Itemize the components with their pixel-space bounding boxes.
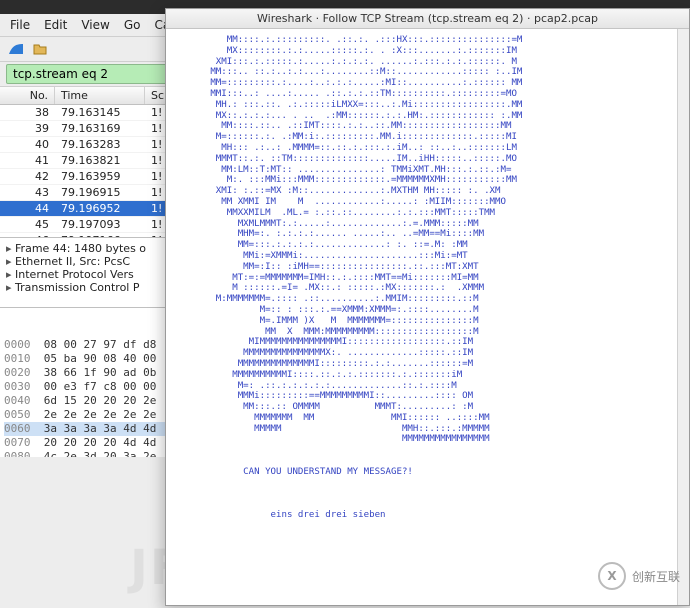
logo-icon: X [598, 562, 626, 590]
follow-stream-body[interactable]: MM::::.:.:::::::::. .::.:. .:::HX:::.:::… [166, 29, 689, 605]
vertical-scrollbar[interactable] [677, 29, 689, 605]
cell-time: 79.197166 [55, 233, 145, 237]
cell-no: 44 [0, 201, 55, 216]
cell-time: 79.196952 [55, 201, 145, 216]
cell-time: 79.197093 [55, 217, 145, 232]
logo-text: 创新互联 [632, 568, 680, 585]
cell-time: 79.163169 [55, 121, 145, 136]
shark-fin-icon[interactable] [6, 39, 26, 59]
stream-ascii-content: MM::::.:.:::::::::. .::.:. .:::HX:::.:::… [172, 35, 683, 521]
col-header-no[interactable]: No. [0, 87, 55, 104]
cell-time: 79.163145 [55, 105, 145, 120]
menu-file[interactable]: File [10, 18, 30, 32]
menu-edit[interactable]: Edit [44, 18, 67, 32]
menu-go[interactable]: Go [124, 18, 141, 32]
cell-time: 79.196915 [55, 185, 145, 200]
cell-time: 79.163283 [55, 137, 145, 152]
cell-no: 43 [0, 185, 55, 200]
menu-view[interactable]: View [81, 18, 109, 32]
cell-time: 79.163821 [55, 153, 145, 168]
cell-no: 41 [0, 153, 55, 168]
cell-no: 42 [0, 169, 55, 184]
watermark-logo: X 创新互联 [598, 562, 680, 590]
cell-no: 39 [0, 121, 55, 136]
follow-dialog-title: Wireshark · Follow TCP Stream (tcp.strea… [166, 9, 689, 29]
cell-no: 38 [0, 105, 55, 120]
follow-tcp-stream-dialog: Wireshark · Follow TCP Stream (tcp.strea… [165, 8, 690, 606]
open-icon[interactable] [30, 39, 50, 59]
cell-no: 46 [0, 233, 55, 237]
cell-no: 40 [0, 137, 55, 152]
cell-no: 45 [0, 217, 55, 232]
cell-time: 79.163959 [55, 169, 145, 184]
col-header-time[interactable]: Time [55, 87, 145, 104]
